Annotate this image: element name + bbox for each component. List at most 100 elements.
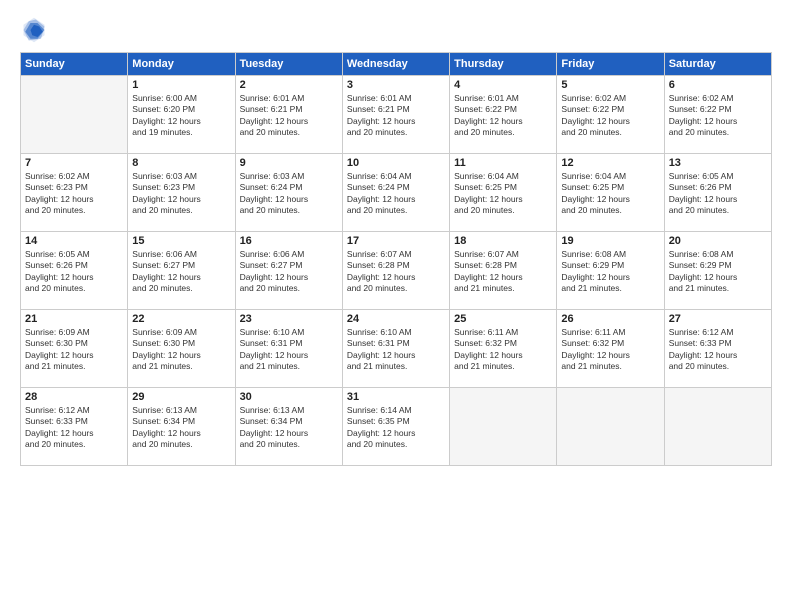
day-cell: 14 Sunrise: 6:05 AM Sunset: 6:26 PM Dayli…	[21, 232, 128, 310]
day-info: Sunrise: 6:03 AM Sunset: 6:23 PM Dayligh…	[132, 171, 230, 217]
day-cell: 4 Sunrise: 6:01 AM Sunset: 6:22 PM Daylig…	[450, 76, 557, 154]
day-cell: 5 Sunrise: 6:02 AM Sunset: 6:22 PM Daylig…	[557, 76, 664, 154]
day-cell: 3 Sunrise: 6:01 AM Sunset: 6:21 PM Daylig…	[342, 76, 449, 154]
day-info: Sunrise: 6:04 AM Sunset: 6:25 PM Dayligh…	[454, 171, 552, 217]
day-cell	[557, 388, 664, 466]
week-row-3: 21 Sunrise: 6:09 AM Sunset: 6:30 PM Dayli…	[21, 310, 772, 388]
day-cell: 8 Sunrise: 6:03 AM Sunset: 6:23 PM Daylig…	[128, 154, 235, 232]
day-number: 25	[454, 313, 552, 325]
week-row-2: 14 Sunrise: 6:05 AM Sunset: 6:26 PM Dayli…	[21, 232, 772, 310]
day-info: Sunrise: 6:12 AM Sunset: 6:33 PM Dayligh…	[669, 327, 767, 373]
day-number: 11	[454, 157, 552, 169]
day-info: Sunrise: 6:07 AM Sunset: 6:28 PM Dayligh…	[347, 249, 445, 295]
day-number: 30	[240, 391, 338, 403]
day-cell: 26Sunrise: 6:11 AM Sunset: 6:32 PM Dayli…	[557, 310, 664, 388]
day-number: 18	[454, 235, 552, 247]
day-number: 31	[347, 391, 445, 403]
day-number: 8	[132, 157, 230, 169]
day-number: 15	[132, 235, 230, 247]
day-number: 19	[561, 235, 659, 247]
calendar-header: SundayMondayTuesdayWednesdayThursdayFrid…	[21, 53, 772, 76]
day-info: Sunrise: 6:12 AM Sunset: 6:33 PM Dayligh…	[25, 405, 123, 451]
day-number: 4	[454, 79, 552, 91]
day-cell	[21, 76, 128, 154]
day-cell: 17Sunrise: 6:07 AM Sunset: 6:28 PM Dayli…	[342, 232, 449, 310]
day-number: 6	[669, 79, 767, 91]
day-number: 14	[25, 235, 123, 247]
day-info: Sunrise: 6:02 AM Sunset: 6:22 PM Dayligh…	[561, 93, 659, 139]
day-info: Sunrise: 6:06 AM Sunset: 6:27 PM Dayligh…	[132, 249, 230, 295]
day-info: Sunrise: 6:13 AM Sunset: 6:34 PM Dayligh…	[132, 405, 230, 451]
header-row: SundayMondayTuesdayWednesdayThursdayFrid…	[21, 53, 772, 76]
day-info: Sunrise: 6:14 AM Sunset: 6:35 PM Dayligh…	[347, 405, 445, 451]
day-cell: 27 Sunrise: 6:12 AM Sunset: 6:33 PM Dayli…	[664, 310, 771, 388]
day-info: Sunrise: 6:03 AM Sunset: 6:24 PM Dayligh…	[240, 171, 338, 217]
day-cell: 22Sunrise: 6:09 AM Sunset: 6:30 PM Dayli…	[128, 310, 235, 388]
day-cell: 9 Sunrise: 6:03 AM Sunset: 6:24 PM Daylig…	[235, 154, 342, 232]
day-cell: 19 Sunrise: 6:08 AM Sunset: 6:29 PM Dayli…	[557, 232, 664, 310]
day-number: 27	[669, 313, 767, 325]
week-row-1: 7 Sunrise: 6:02 AM Sunset: 6:23 PM Daylig…	[21, 154, 772, 232]
day-info: Sunrise: 6:07 AM Sunset: 6:28 PM Dayligh…	[454, 249, 552, 295]
day-number: 5	[561, 79, 659, 91]
logo-icon	[20, 16, 48, 44]
header-cell-saturday: Saturday	[664, 53, 771, 76]
day-info: Sunrise: 6:01 AM Sunset: 6:22 PM Dayligh…	[454, 93, 552, 139]
day-number: 21	[25, 313, 123, 325]
day-number: 12	[561, 157, 659, 169]
day-info: Sunrise: 6:11 AM Sunset: 6:32 PM Dayligh…	[454, 327, 552, 373]
day-info: Sunrise: 6:06 AM Sunset: 6:27 PM Dayligh…	[240, 249, 338, 295]
day-info: Sunrise: 6:09 AM Sunset: 6:30 PM Dayligh…	[25, 327, 123, 373]
day-cell: 2 Sunrise: 6:01 AM Sunset: 6:21 PM Daylig…	[235, 76, 342, 154]
day-info: Sunrise: 6:04 AM Sunset: 6:25 PM Dayligh…	[561, 171, 659, 217]
day-cell: 16 Sunrise: 6:06 AM Sunset: 6:27 PM Dayli…	[235, 232, 342, 310]
day-info: Sunrise: 6:05 AM Sunset: 6:26 PM Dayligh…	[25, 249, 123, 295]
day-cell: 30 Sunrise: 6:13 AM Sunset: 6:34 PM Dayli…	[235, 388, 342, 466]
day-number: 20	[669, 235, 767, 247]
day-cell	[450, 388, 557, 466]
day-info: Sunrise: 6:08 AM Sunset: 6:29 PM Dayligh…	[561, 249, 659, 295]
day-cell: 15 Sunrise: 6:06 AM Sunset: 6:27 PM Dayli…	[128, 232, 235, 310]
day-cell: 1 Sunrise: 6:00 AM Sunset: 6:20 PM Daylig…	[128, 76, 235, 154]
header-cell-monday: Monday	[128, 53, 235, 76]
header-cell-thursday: Thursday	[450, 53, 557, 76]
day-cell: 7 Sunrise: 6:02 AM Sunset: 6:23 PM Daylig…	[21, 154, 128, 232]
day-cell: 24Sunrise: 6:10 AM Sunset: 6:31 PM Dayli…	[342, 310, 449, 388]
header-cell-friday: Friday	[557, 53, 664, 76]
day-number: 1	[132, 79, 230, 91]
day-info: Sunrise: 6:01 AM Sunset: 6:21 PM Dayligh…	[240, 93, 338, 139]
day-number: 2	[240, 79, 338, 91]
day-info: Sunrise: 6:13 AM Sunset: 6:34 PM Dayligh…	[240, 405, 338, 451]
day-cell: 11 Sunrise: 6:04 AM Sunset: 6:25 PM Dayli…	[450, 154, 557, 232]
day-cell: 12 Sunrise: 6:04 AM Sunset: 6:25 PM Dayli…	[557, 154, 664, 232]
day-cell: 31 Sunrise: 6:14 AM Sunset: 6:35 PM Dayli…	[342, 388, 449, 466]
day-info: Sunrise: 6:00 AM Sunset: 6:20 PM Dayligh…	[132, 93, 230, 139]
day-info: Sunrise: 6:02 AM Sunset: 6:23 PM Dayligh…	[25, 171, 123, 217]
day-cell: 13Sunrise: 6:05 AM Sunset: 6:26 PM Dayli…	[664, 154, 771, 232]
day-info: Sunrise: 6:01 AM Sunset: 6:21 PM Dayligh…	[347, 93, 445, 139]
day-number: 9	[240, 157, 338, 169]
day-number: 13	[669, 157, 767, 169]
day-cell: 29 Sunrise: 6:13 AM Sunset: 6:34 PM Dayli…	[128, 388, 235, 466]
day-cell: 28 Sunrise: 6:12 AM Sunset: 6:33 PM Dayli…	[21, 388, 128, 466]
header-cell-tuesday: Tuesday	[235, 53, 342, 76]
week-row-4: 28 Sunrise: 6:12 AM Sunset: 6:33 PM Dayli…	[21, 388, 772, 466]
day-info: Sunrise: 6:09 AM Sunset: 6:30 PM Dayligh…	[132, 327, 230, 373]
day-cell: 23 Sunrise: 6:10 AM Sunset: 6:31 PM Dayli…	[235, 310, 342, 388]
day-number: 23	[240, 313, 338, 325]
day-info: Sunrise: 6:02 AM Sunset: 6:22 PM Dayligh…	[669, 93, 767, 139]
day-number: 24	[347, 313, 445, 325]
day-cell: 25 Sunrise: 6:11 AM Sunset: 6:32 PM Dayli…	[450, 310, 557, 388]
page-container: SundayMondayTuesdayWednesdayThursdayFrid…	[0, 0, 792, 612]
day-info: Sunrise: 6:04 AM Sunset: 6:24 PM Dayligh…	[347, 171, 445, 217]
day-info: Sunrise: 6:10 AM Sunset: 6:31 PM Dayligh…	[240, 327, 338, 373]
day-number: 16	[240, 235, 338, 247]
logo	[20, 16, 52, 44]
day-number: 7	[25, 157, 123, 169]
day-number: 28	[25, 391, 123, 403]
day-number: 3	[347, 79, 445, 91]
day-number: 29	[132, 391, 230, 403]
calendar-body: 1 Sunrise: 6:00 AM Sunset: 6:20 PM Daylig…	[21, 76, 772, 466]
header-cell-wednesday: Wednesday	[342, 53, 449, 76]
header-cell-sunday: Sunday	[21, 53, 128, 76]
